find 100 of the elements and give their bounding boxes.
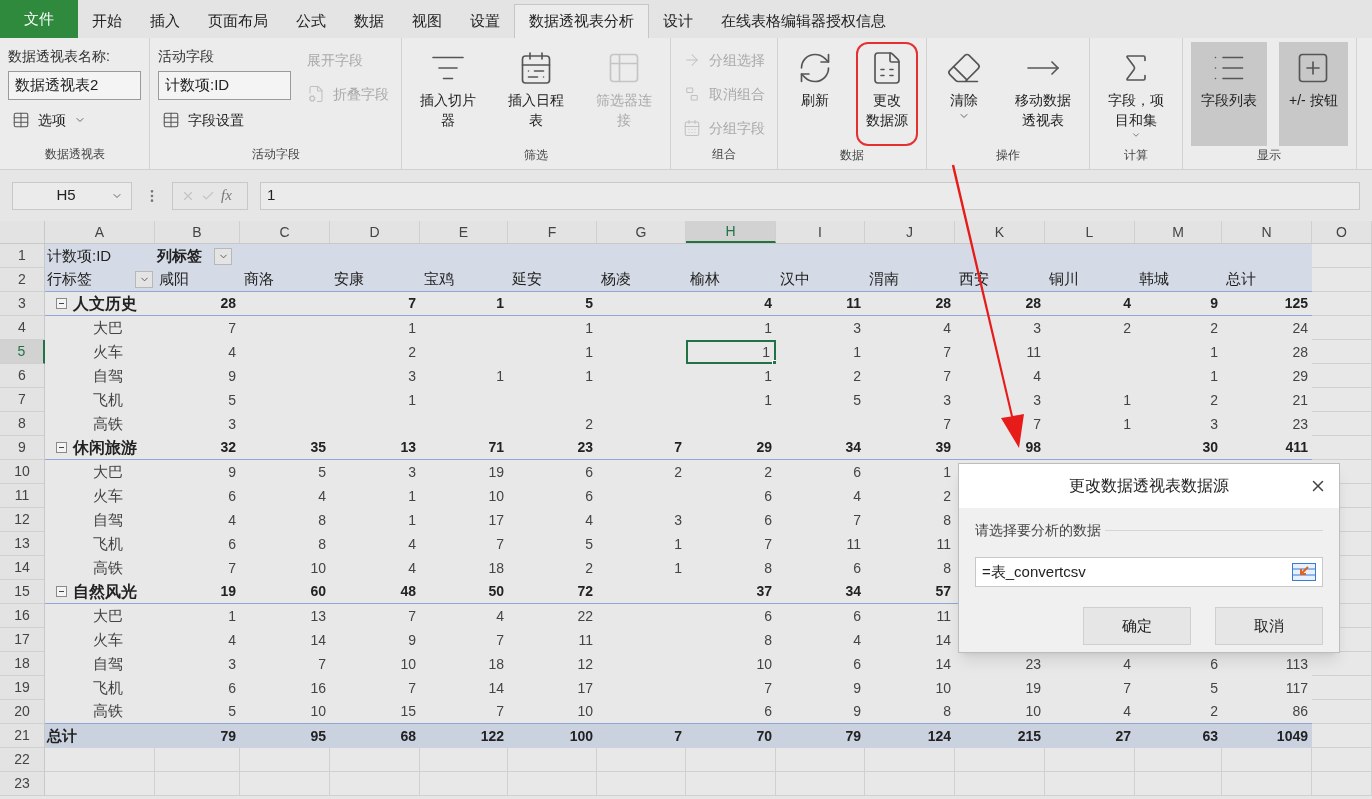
ribbon-button[interactable]: 插入日程 表: [498, 42, 574, 146]
table-cell: 杨凌: [597, 268, 686, 292]
column-header[interactable]: I: [776, 221, 865, 243]
table-cell: 27: [1045, 724, 1135, 748]
dialog-button[interactable]: 取消: [1215, 607, 1323, 645]
row-number[interactable]: 10: [0, 460, 45, 484]
row-number[interactable]: 23: [0, 772, 45, 796]
row-number[interactable]: 21: [0, 724, 45, 748]
row-number[interactable]: 2: [0, 268, 45, 292]
ribbon-tab[interactable]: 在线表格编辑器授权信息: [707, 4, 900, 38]
ribbon-button[interactable]: 字段设置: [158, 106, 291, 134]
column-header[interactable]: M: [1135, 221, 1222, 243]
ribbon-button[interactable]: 更改 数据源: [856, 42, 918, 146]
row-number[interactable]: 20: [0, 700, 45, 724]
table-cell: 铜川: [1045, 268, 1135, 292]
ribbon-button[interactable]: 刷新: [786, 42, 844, 146]
row-number[interactable]: 16: [0, 604, 45, 628]
group-label: 显示: [1256, 147, 1283, 164]
collapse-icon[interactable]: [56, 586, 67, 597]
ribbon-button[interactable]: 选项: [8, 106, 141, 134]
row-number[interactable]: 18: [0, 652, 45, 676]
ribbon-tab[interactable]: 设计: [649, 4, 707, 38]
ribbon-tab[interactable]: 设置: [456, 4, 514, 38]
table-cell: [1312, 700, 1372, 724]
row-number[interactable]: 6: [0, 364, 45, 388]
table-cell: [1312, 268, 1372, 292]
row-number[interactable]: 14: [0, 556, 45, 580]
row-label: 自然风光: [73, 581, 137, 602]
field-caption: 活动字段: [158, 47, 215, 66]
table-cell: 70: [686, 724, 776, 748]
text-field[interactable]: 计数项:ID: [158, 71, 291, 100]
ribbon-tab[interactable]: 开始: [78, 4, 136, 38]
column-header[interactable]: L: [1045, 221, 1135, 243]
file-tab[interactable]: 文件: [0, 0, 78, 38]
ribbon-tab[interactable]: 页面布局: [194, 4, 282, 38]
column-header[interactable]: O: [1312, 221, 1372, 243]
column-header[interactable]: F: [508, 221, 597, 243]
table-cell: 计数项:ID: [45, 244, 155, 268]
row-number[interactable]: 3: [0, 292, 45, 316]
range-select-icon[interactable]: [1292, 563, 1316, 581]
row-number[interactable]: 11: [0, 484, 45, 508]
row-number[interactable]: 22: [0, 748, 45, 772]
text-field[interactable]: 数据透视表2: [8, 71, 141, 100]
ribbon-button[interactable]: 字段列表: [1191, 42, 1267, 146]
table-cell: 高铁: [45, 700, 155, 724]
table-cell: 1049: [1222, 724, 1312, 748]
calendar-icon: [683, 119, 701, 137]
column-header[interactable]: N: [1222, 221, 1312, 243]
row-number[interactable]: 1: [0, 244, 45, 268]
row-number[interactable]: 8: [0, 412, 45, 436]
ribbon-tab[interactable]: 插入: [136, 4, 194, 38]
table-cell: 安康: [330, 268, 420, 292]
group-label: 组合: [711, 146, 737, 163]
table-cell: [1312, 364, 1372, 388]
ribbon-tab[interactable]: 数据透视表分析: [514, 4, 649, 38]
column-header[interactable]: D: [330, 221, 420, 243]
ribbon-button[interactable]: +/- 按钮: [1279, 42, 1348, 146]
ribbon-button[interactable]: 清除: [935, 42, 993, 146]
table-icon: [12, 111, 30, 129]
collapse-icon[interactable]: [56, 442, 67, 453]
group-label: 活动字段: [250, 146, 301, 163]
table-cell: 79: [155, 724, 240, 748]
table-cell: 95: [240, 724, 330, 748]
ribbon-tab[interactable]: 数据: [340, 4, 398, 38]
row-number[interactable]: 15: [0, 580, 45, 604]
table-cell: [1312, 724, 1372, 748]
table-cell: 122: [420, 724, 508, 748]
cell-label: 行标签: [47, 269, 92, 290]
column-header[interactable]: J: [865, 221, 955, 243]
row-number[interactable]: 13: [0, 532, 45, 556]
column-header[interactable]: A: [45, 221, 155, 243]
row-number[interactable]: 12: [0, 508, 45, 532]
ribbon-tab[interactable]: 视图: [398, 4, 456, 38]
collapse-icon[interactable]: [56, 298, 67, 309]
ribbon-button[interactable]: 插入切片 器: [410, 42, 486, 146]
ribbon-button[interactable]: 字段，项 目和集: [1098, 42, 1174, 146]
column-header[interactable]: E: [420, 221, 508, 243]
row-label: 人文历史: [73, 293, 137, 314]
column-header[interactable]: C: [240, 221, 330, 243]
column-header[interactable]: B: [155, 221, 240, 243]
row-number[interactable]: 7: [0, 388, 45, 412]
ribbon-button[interactable]: 移动数据 透视表: [1005, 42, 1081, 146]
name-box[interactable]: H5: [12, 181, 132, 210]
ribbon-tab[interactable]: 公式: [282, 4, 340, 38]
group-label: 计算: [1123, 147, 1149, 164]
row-number[interactable]: 19: [0, 676, 45, 700]
formula-field[interactable]: 1: [260, 181, 1360, 210]
table-cell: 咸阳: [155, 268, 240, 292]
table-cell: 韩城: [1135, 268, 1222, 292]
dialog-button[interactable]: 确定: [1083, 607, 1191, 645]
table-cell: 215: [955, 724, 1045, 748]
row-number[interactable]: 5: [0, 340, 45, 364]
row-number[interactable]: 9: [0, 436, 45, 460]
range-input[interactable]: =表_convertcsv: [975, 557, 1323, 587]
function-button[interactable]: fx: [221, 184, 232, 207]
row-number[interactable]: 4: [0, 316, 45, 340]
group-label: 筛选: [523, 147, 549, 164]
column-header[interactable]: H: [686, 221, 776, 243]
ungroup-icon: [683, 85, 701, 103]
row-number[interactable]: 17: [0, 628, 45, 652]
